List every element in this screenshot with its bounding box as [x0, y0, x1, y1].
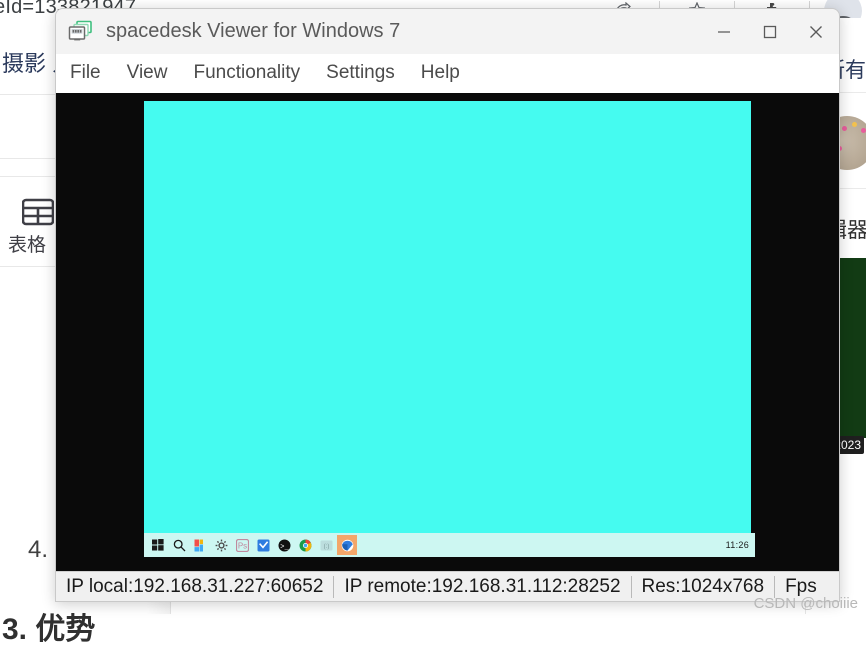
settings-gear-icon[interactable]: [211, 535, 231, 555]
menu-item-help[interactable]: Help: [421, 62, 460, 84]
minimize-icon: [718, 30, 730, 33]
window-titlebar[interactable]: spacedesk Viewer for Windows 7: [56, 9, 839, 54]
maximize-icon: [763, 25, 777, 38]
status-ip-remote: IP remote:192.168.31.112:28252: [344, 576, 621, 597]
avatar-dot: [852, 122, 857, 127]
status-resolution: Res:1024x768: [641, 576, 765, 597]
status-fps: Fps: [785, 576, 817, 597]
list-number: 4.: [28, 536, 49, 563]
remote-wallpaper: [144, 101, 751, 557]
window-controls: [701, 9, 839, 54]
page-heading: 3. 优势: [2, 613, 96, 646]
table-icon[interactable]: [21, 198, 55, 226]
menu-item-settings[interactable]: Settings: [326, 62, 395, 84]
svg-text:>_: >_: [280, 543, 289, 551]
search-icon[interactable]: [169, 535, 189, 555]
table-label: 表格: [8, 235, 47, 256]
svg-text:(:): (:): [323, 543, 329, 549]
avatar-dot: [842, 126, 847, 131]
spacedesk-monitor-icon: [68, 20, 94, 44]
taskbar-clock: 11:26: [725, 540, 749, 550]
status-bar: IP local:192.168.31.227:60652 IP remote:…: [56, 571, 839, 601]
menu-bar: File View Functionality Settings Help: [56, 54, 839, 93]
avatar-dot: [861, 128, 866, 133]
svg-text:Ps: Ps: [237, 541, 246, 550]
windows-start-icon[interactable]: [148, 535, 168, 555]
status-ip-local: IP local:192.168.31.227:60652: [66, 576, 324, 597]
photoshop-icon[interactable]: Ps: [232, 535, 252, 555]
close-button[interactable]: [793, 9, 839, 54]
window-title: spacedesk Viewer for Windows 7: [106, 20, 401, 42]
spacedesk-viewer-window[interactable]: spacedesk Viewer for Windows 7 File View…: [55, 8, 840, 602]
remote-desktop[interactable]: Ps >_ (:) 11:26: [144, 101, 755, 557]
terminal-icon[interactable]: >_: [274, 535, 294, 555]
minimize-button[interactable]: [701, 9, 747, 54]
chrome-icon[interactable]: [295, 535, 315, 555]
menu-item-view[interactable]: View: [127, 62, 168, 84]
close-icon: [810, 25, 822, 38]
menu-item-file[interactable]: File: [70, 62, 101, 84]
unknown-app-icon[interactable]: (:): [316, 535, 336, 555]
mail-icon[interactable]: [253, 535, 273, 555]
microsoft-store-icon[interactable]: [190, 535, 210, 555]
remote-taskbar[interactable]: Ps >_ (:) 11:26: [144, 533, 755, 557]
maximize-button[interactable]: [747, 9, 793, 54]
menu-item-functionality[interactable]: Functionality: [193, 62, 300, 84]
spacedesk-driver-icon[interactable]: [337, 535, 357, 555]
remote-screen-canvas[interactable]: Ps >_ (:) 11:26: [56, 93, 839, 571]
